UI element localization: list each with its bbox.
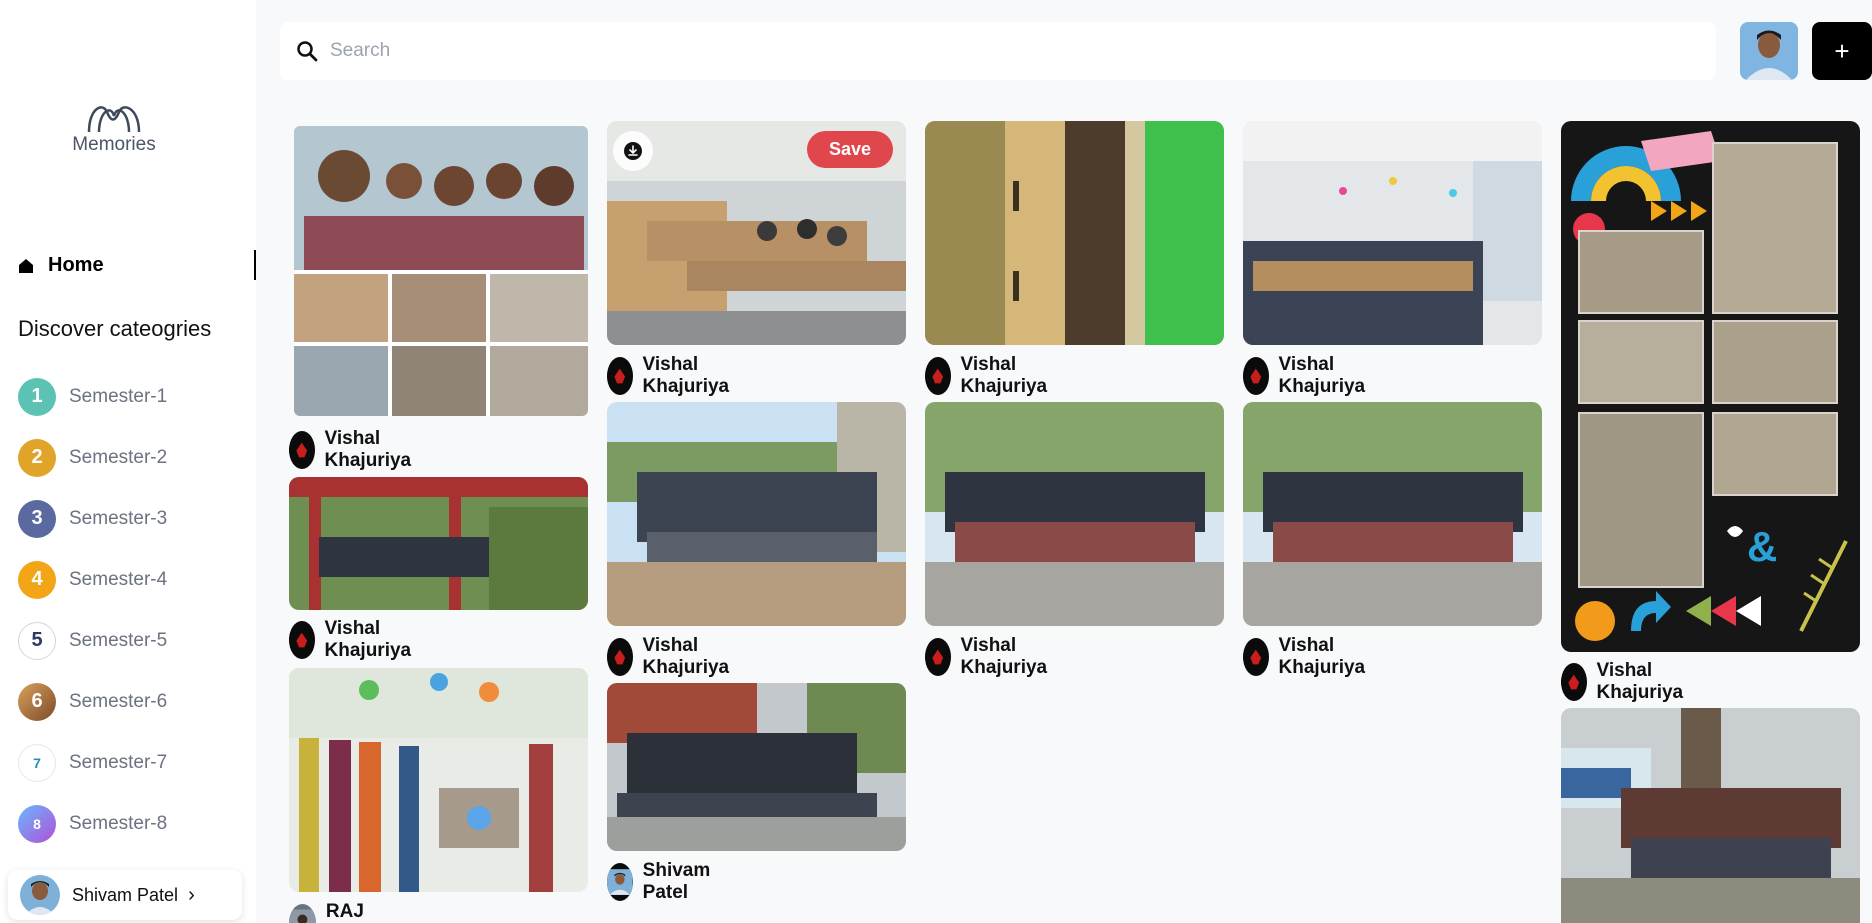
search-icon	[297, 41, 318, 62]
author-avatar	[607, 357, 633, 395]
author-name: Vishal Khajuriya	[960, 635, 1048, 678]
pin-image[interactable]	[1561, 708, 1860, 923]
author-avatar	[925, 357, 951, 395]
category-label: Semester-2	[69, 446, 168, 468]
pin-image[interactable]	[925, 121, 1224, 345]
author-name: Vishal Khajuriya	[324, 428, 412, 471]
category-list: 1 Semester-1 2 Semester-2 3 Semester-3 4…	[18, 366, 167, 854]
category-label: Semester-6	[69, 690, 168, 712]
author-avatar	[289, 621, 315, 659]
user-profile-card[interactable]: Shivam Patel ›	[8, 870, 242, 920]
author-name: Shivam Patel	[642, 860, 711, 903]
pin-image[interactable]	[289, 477, 588, 610]
category-label: Semester-3	[69, 507, 168, 529]
pin-author[interactable]: Vishal Khajuriya	[925, 635, 1060, 679]
pin-image[interactable]	[294, 126, 588, 416]
pin-author[interactable]: Vishal Khajuriya	[289, 428, 424, 472]
pin-author[interactable]: Shivam Patel	[607, 860, 723, 904]
semester-3-icon: 3	[18, 499, 56, 538]
chevron-right-icon: ›	[188, 883, 195, 906]
user-name: Shivam Patel	[72, 884, 179, 905]
author-avatar	[1243, 638, 1269, 676]
pin-image[interactable]	[607, 683, 906, 851]
pin-image[interactable]: &	[1561, 121, 1860, 652]
sidebar-item-semester-2[interactable]: 2 Semester-2	[18, 427, 167, 488]
author-name: Vishal Khajuriya	[1278, 354, 1366, 397]
semester-8-icon: 8	[18, 804, 56, 843]
pin-image[interactable]	[289, 668, 588, 892]
save-button[interactable]: Save	[807, 131, 894, 168]
category-label: Semester-7	[69, 751, 168, 773]
home-icon	[19, 258, 33, 273]
pin-author[interactable]: Vishal Khajuriya	[607, 635, 742, 679]
author-name: Vishal Khajuriya	[1596, 660, 1684, 703]
sidebar-item-semester-8[interactable]: 8 Semester-8	[18, 793, 167, 854]
memories-logo-icon	[87, 106, 141, 133]
author-name: Vishal Khajuriya	[642, 354, 730, 397]
pin-author[interactable]: Vishal Khajuriya	[925, 354, 1060, 398]
category-label: Semester-5	[69, 629, 168, 651]
author-name: Vishal Khajuriya	[642, 635, 730, 678]
pin-image[interactable]	[925, 402, 1224, 626]
pin-image[interactable]	[1243, 121, 1542, 345]
home-label: Home	[48, 254, 104, 276]
app-logo[interactable]: Memories	[66, 98, 162, 156]
active-indicator	[254, 250, 256, 280]
search-bar[interactable]	[280, 22, 1716, 80]
sidebar-item-semester-1[interactable]: 1 Semester-1	[18, 366, 167, 427]
category-label: Semester-8	[69, 812, 168, 834]
category-label: Semester-4	[69, 568, 168, 590]
author-avatar	[925, 638, 951, 676]
sidebar: Memories Home Discover cateogries 1 Seme…	[0, 0, 256, 923]
plus-icon: +	[1834, 35, 1850, 66]
discover-heading: Discover cateogries	[18, 316, 212, 341]
author-name: Vishal Khajuriya	[324, 618, 412, 661]
header-avatar[interactable]	[1740, 22, 1798, 80]
author-avatar	[289, 431, 315, 469]
semester-5-icon: 5	[18, 621, 56, 660]
semester-4-icon: 4	[18, 560, 56, 599]
category-label: Semester-1	[69, 385, 168, 407]
sidebar-item-semester-6[interactable]: 6 Semester-6	[18, 671, 167, 732]
add-button[interactable]: +	[1812, 22, 1872, 80]
semester-2-icon: 2	[18, 438, 56, 477]
brand-name: Memories	[72, 134, 156, 155]
pin-author[interactable]: Vishal Khajuriya	[1561, 660, 1696, 704]
download-icon	[624, 142, 642, 160]
pin-author[interactable]: Vishal Khajuriya	[607, 354, 742, 398]
search-input[interactable]	[330, 40, 1630, 62]
semester-6-icon: 6	[18, 682, 56, 721]
pin-image[interactable]	[1243, 402, 1542, 626]
author-name: Vishal Khajuriya	[1278, 635, 1366, 678]
author-name: Vishal Khajuriya	[960, 354, 1048, 397]
avatar	[20, 875, 60, 915]
svg-text:&: &	[1747, 523, 1777, 570]
author-avatar	[607, 638, 633, 676]
sidebar-item-home[interactable]: Home	[18, 250, 256, 280]
pin-image[interactable]	[607, 402, 906, 626]
author-avatar	[1561, 663, 1587, 701]
pin-author[interactable]: Vishal Khajuriya	[289, 618, 424, 662]
author-avatar	[1243, 357, 1269, 395]
sidebar-item-semester-7[interactable]: 7 Semester-7	[18, 732, 167, 793]
author-name: RAJ ARYAN	[325, 901, 364, 922]
pin-author[interactable]: RAJ ARYAN	[289, 901, 402, 923]
pin-author[interactable]: Vishal Khajuriya	[1243, 635, 1378, 679]
sidebar-item-semester-5[interactable]: 5 Semester-5	[18, 610, 167, 671]
sidebar-item-semester-4[interactable]: 4 Semester-4	[18, 549, 167, 610]
pin-author[interactable]: Vishal Khajuriya	[1243, 354, 1378, 398]
download-button[interactable]	[613, 131, 653, 171]
author-avatar	[607, 863, 633, 901]
author-avatar	[289, 904, 316, 923]
semester-1-icon: 1	[18, 377, 56, 416]
sidebar-item-semester-3[interactable]: 3 Semester-3	[18, 488, 167, 549]
semester-7-icon: 7	[18, 743, 56, 782]
